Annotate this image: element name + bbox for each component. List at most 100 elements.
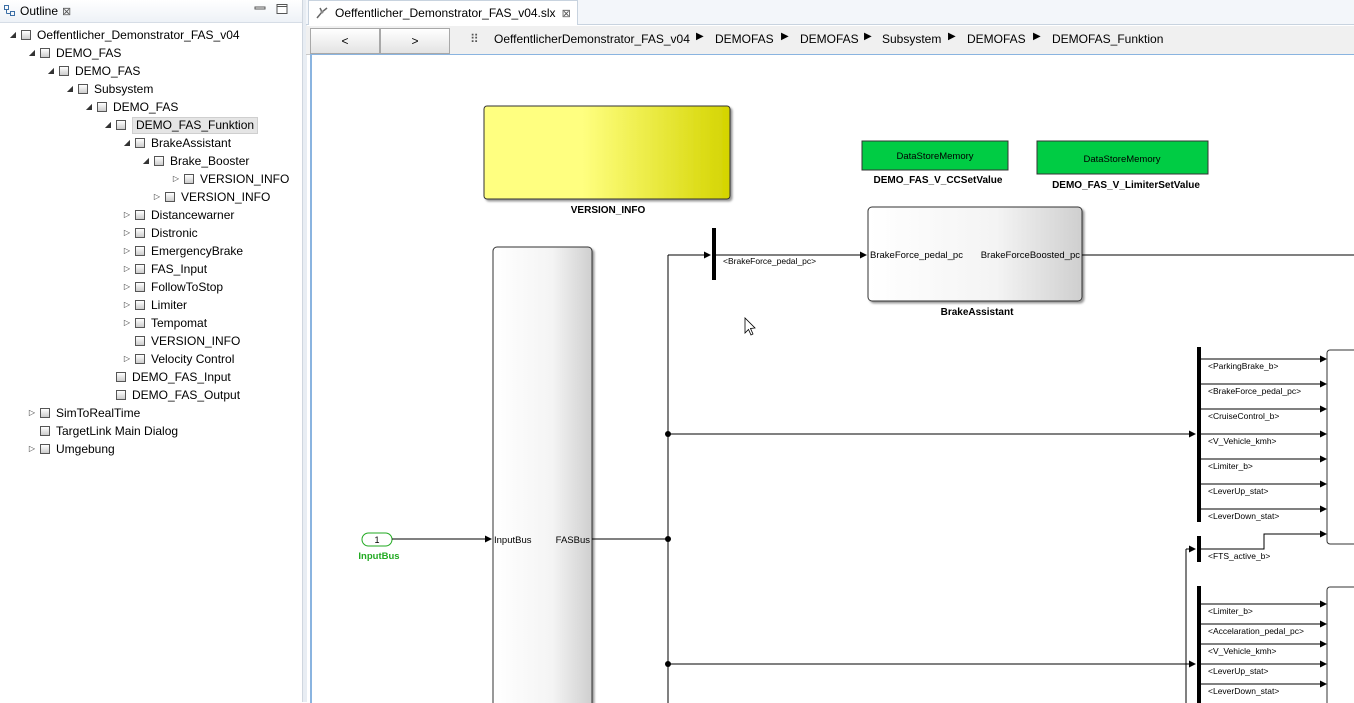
inport-number: 1 [374,535,379,545]
tree-item-label: Limiter [151,298,188,312]
bus-selector-block[interactable] [1197,586,1201,703]
tree-item[interactable]: ◢ DEMO_FAS [84,98,178,116]
tree-item[interactable]: ◢ Brake_Booster [141,152,249,170]
maximize-icon[interactable] [276,4,288,14]
tree-item-label: VERSION_INFO [151,334,241,348]
simulink-model-icon [316,7,328,19]
diagram-svg[interactable]: VERSION_INFO DataStoreMemory DEMO_FAS_V_… [312,55,1354,703]
tree-item[interactable]: ◢ Oeffentlicher_Demonstrator_FAS_v04 [8,26,240,44]
tree-item[interactable]: ◢ DEMO_FAS [27,44,121,62]
tree-item[interactable]: ◢ DEMO_FAS_Funktion [103,116,259,134]
collapsed-arrow-icon[interactable]: ▷ [122,282,132,292]
tree-item[interactable]: ◢ Subsystem [65,80,153,98]
tree-item[interactable]: ▷ FAS_Input [122,260,207,278]
tree-item[interactable]: VERSION_INFO [122,332,240,350]
minimize-icon[interactable] [254,4,266,14]
breadcrumb-separator-icon: ▶ [781,31,789,42]
collapsed-arrow-icon[interactable]: ▷ [171,174,181,184]
block-icon [135,354,145,364]
bus-selector-block[interactable] [712,228,716,280]
block-icon [116,120,126,130]
collapsed-arrow-icon[interactable]: ▷ [122,246,132,256]
fas-input-subsystem-block[interactable] [492,246,593,703]
panel-divider[interactable] [302,0,307,702]
tree-item[interactable]: ▷ SimToRealTime [27,404,140,422]
expanded-arrow-icon[interactable]: ◢ [8,30,18,40]
data-store-memory-label: DEMO_FAS_V_LimiterSetValue [1052,180,1200,191]
block-icon [135,318,145,328]
outline-tab-bar: Outline ⊠ [0,0,302,23]
tree-item[interactable]: ▷ Limiter [122,296,187,314]
collapsed-arrow-icon[interactable]: ▷ [122,354,132,364]
signal-label: <BrakeForce_pedal_pc> [1208,386,1301,396]
collapsed-arrow-icon[interactable]: ▷ [122,318,132,328]
block-icon [59,66,69,76]
expanded-arrow-icon[interactable]: ◢ [103,120,113,130]
collapsed-arrow-icon[interactable]: ▷ [122,300,132,310]
signal-label: <LeverDown_stat> [1208,511,1279,521]
leaf-spacer [103,390,113,400]
collapsed-arrow-icon[interactable]: ▷ [27,444,37,454]
outline-tab[interactable]: Outline ⊠ [4,2,75,20]
model-canvas[interactable]: VERSION_INFO DataStoreMemory DEMO_FAS_V_… [310,54,1354,703]
tree-item[interactable]: ▷ Distancewarner [122,206,234,224]
tree-item[interactable]: ▷ Umgebung [27,440,115,458]
tree-item-label: DEMO_FAS [75,64,141,78]
tree-item-label: DEMO_FAS [113,100,179,114]
tree-item[interactable]: ▷ EmergencyBrake [122,242,243,260]
breadcrumb-item[interactable]: Subsystem [882,32,941,46]
tree-item[interactable]: DEMO_FAS_Output [103,386,240,404]
breadcrumb-item[interactable]: DEMOFAS [715,32,774,46]
signal-line[interactable] [1201,530,1327,550]
tree-item-label: DEMO_FAS_Input [132,370,231,384]
breadcrumb-item[interactable]: DEMOFAS_Funktion [1052,32,1163,46]
tree-item-label: Velocity Control [151,352,235,366]
expanded-arrow-icon[interactable]: ◢ [27,48,37,58]
tree-item[interactable]: ▷ VERSION_INFO [152,188,270,206]
collapsed-arrow-icon[interactable]: ▷ [122,228,132,238]
editor-tab[interactable]: Oeffentlicher_Demonstrator_FAS_v04.slx ⊠ [308,0,578,25]
tree-item[interactable]: ▷ VERSION_INFO [171,170,289,188]
expanded-arrow-icon[interactable]: ◢ [65,84,75,94]
tree-item-label: Tempomat [151,316,208,330]
collapsed-arrow-icon[interactable]: ▷ [122,210,132,220]
breadcrumb-item[interactable]: DEMOFAS [967,32,1026,46]
tree-item-label: Brake_Booster [170,154,250,168]
tree-item[interactable]: ▷ Tempomat [122,314,207,332]
close-icon[interactable]: ⊠ [62,5,71,18]
bus-selector-block[interactable] [1197,347,1201,522]
tree-item[interactable]: TargetLink Main Dialog [27,422,178,440]
tree-item[interactable]: ▷ FollowToStop [122,278,223,296]
subsystem-block[interactable] [1326,586,1354,703]
expanded-arrow-icon[interactable]: ◢ [122,138,132,148]
back-button[interactable]: < [310,28,380,54]
breadcrumb-item[interactable]: OeffentlicherDemonstrator_FAS_v04 [494,32,690,46]
breadcrumb-item[interactable]: DEMOFAS [800,32,859,46]
expanded-arrow-icon[interactable]: ◢ [141,156,151,166]
breadcrumb-separator-icon: ▶ [1033,31,1041,42]
close-icon[interactable]: ⊠ [562,7,571,20]
data-store-memory-text: DataStoreMemory [1083,154,1160,165]
collapsed-arrow-icon[interactable]: ▷ [152,192,162,202]
tree-item[interactable]: ◢ BrakeAssistant [122,134,231,152]
block-icon [135,300,145,310]
breadcrumb-bar: < > ⠿ OeffentlicherDemonstrator_FAS_v04 … [306,26,1354,55]
tree-item-label: Umgebung [56,442,115,456]
tree-item[interactable]: ▷ Velocity Control [122,350,234,368]
tree-item[interactable]: ◢ DEMO_FAS [46,62,140,80]
block-icon [116,390,126,400]
bus-selector-block[interactable] [1197,536,1201,562]
expanded-arrow-icon[interactable]: ◢ [84,102,94,112]
signal-label: <FTS_active_b> [1208,551,1270,561]
expanded-arrow-icon[interactable]: ◢ [46,66,56,76]
tree-item[interactable]: ▷ Distronic [122,224,198,242]
port-label: FASBus [556,535,591,546]
collapsed-arrow-icon[interactable]: ▷ [122,264,132,274]
block-icon [135,282,145,292]
leaf-spacer [27,426,37,436]
forward-button[interactable]: > [380,28,450,54]
version-info-block[interactable] [483,105,731,200]
tree-item[interactable]: DEMO_FAS_Input [103,368,231,386]
subsystem-block[interactable] [1326,349,1354,545]
collapsed-arrow-icon[interactable]: ▷ [27,408,37,418]
